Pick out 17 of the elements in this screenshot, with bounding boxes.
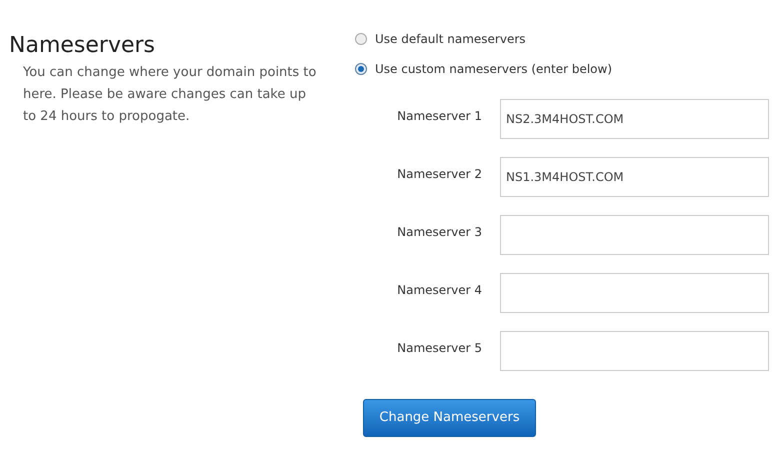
field-label: Nameserver 3 <box>396 224 482 241</box>
input-field[interactable] <box>500 331 769 371</box>
field-label: Nameserver 5 <box>396 340 482 357</box>
input-field[interactable]: NS2.3M4HOST.COM <box>500 99 769 139</box>
input-field[interactable]: NS1.3M4HOST.COM <box>500 157 769 197</box>
field-label: Nameserver 1 <box>396 108 482 125</box>
radio-label: Use default nameservers <box>375 31 526 48</box>
change-nameservers-button[interactable]: Change Nameservers <box>363 399 536 437</box>
field-label: Nameserver 4 <box>396 282 482 299</box>
radio-button[interactable] <box>355 63 367 75</box>
section-heading: Nameservers <box>9 32 156 60</box>
radio-button[interactable] <box>355 33 367 45</box>
radio-label: Use custom nameservers (enter below) <box>375 61 612 78</box>
input-field[interactable] <box>500 273 769 313</box>
description-text: You can change where your domain points to here. Please be aware changes can take up to 24 hours to propogate. <box>23 64 318 126</box>
input-field[interactable] <box>500 215 769 255</box>
field-label: Nameserver 2 <box>396 166 482 183</box>
